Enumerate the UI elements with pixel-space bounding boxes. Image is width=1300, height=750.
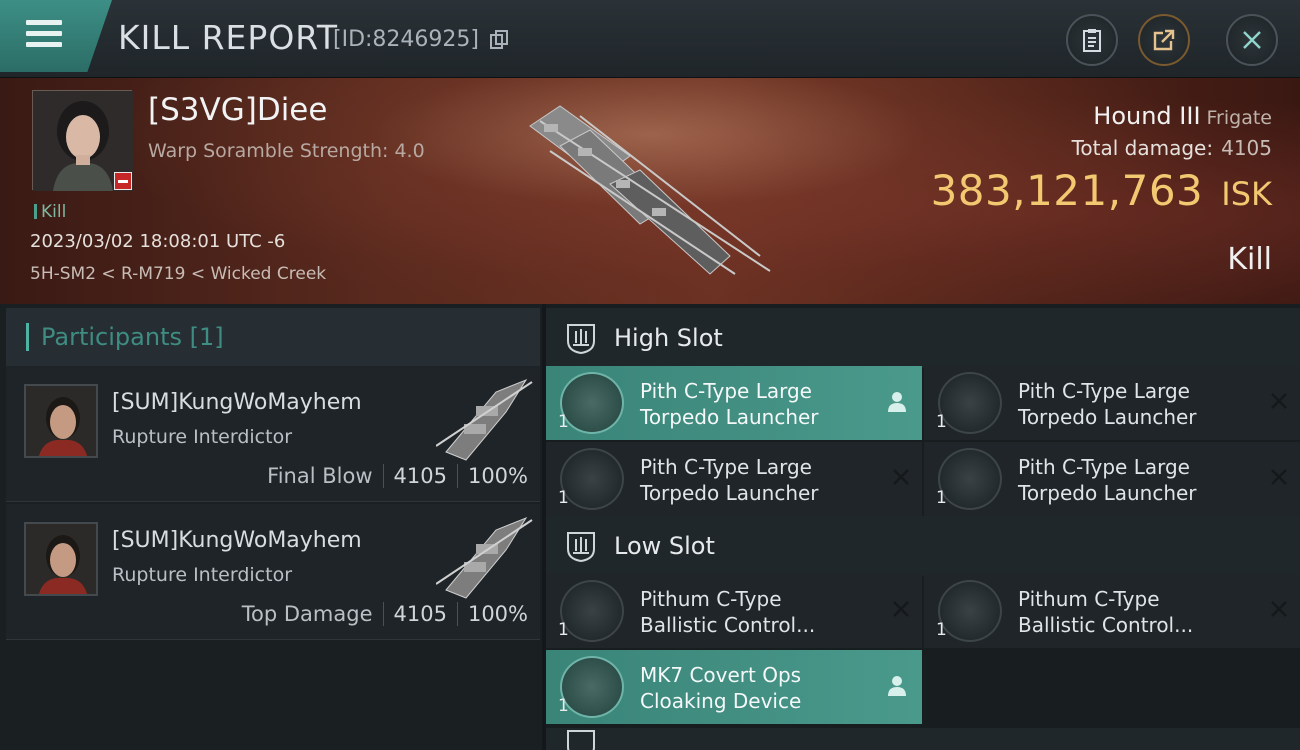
victim-banner: [S3VG]Diee Warp Soramble Strength: 4.0 K… <box>0 78 1300 304</box>
participant-ship: Rupture Interdictor <box>112 426 292 448</box>
module-quantity: 1 <box>558 696 569 716</box>
participant-ship: Rupture Interdictor <box>112 564 292 586</box>
share-icon <box>1153 29 1175 51</box>
participant-ship-image[interactable] <box>436 372 536 462</box>
module-quantity: 1 <box>558 620 569 640</box>
module-icon <box>560 656 624 718</box>
x-icon <box>1271 393 1287 409</box>
total-damage-label: Total damage: <box>1071 136 1214 160</box>
ship-name: Hound III <box>1093 102 1201 130</box>
module-quantity: 1 <box>936 412 947 432</box>
module-quantity: 1 <box>936 620 947 640</box>
module-item[interactable]: 1 Pith C-Type Large Torpedo Launcher <box>924 442 1300 516</box>
x-icon <box>893 469 909 485</box>
participant-portrait[interactable] <box>24 384 98 458</box>
module-item[interactable]: 1 Pithum C-Type Ballistic Control... <box>546 574 922 648</box>
module-name: Pith C-Type Large Torpedo Launcher <box>640 455 819 505</box>
victim-name[interactable]: [S3VG]Diee <box>148 92 327 128</box>
module-name: Pith C-Type Large Torpedo Launcher <box>1018 379 1197 429</box>
participant-stats: Final Blow 4105 100% <box>267 464 528 488</box>
report-id: [ID:8246925] <box>333 27 479 52</box>
clipboard-button[interactable] <box>1066 14 1118 66</box>
isk-amount: 383,121,763 <box>930 166 1204 215</box>
participant-row[interactable]: [SUM]KungWoMayhem Rupture Interdictor To… <box>6 504 540 640</box>
copy-icon[interactable] <box>490 30 508 50</box>
kill-tag: Kill <box>34 202 66 222</box>
kill-type: Kill <box>1227 242 1272 277</box>
victim-ship[interactable]: Hound III Frigate <box>1093 102 1272 130</box>
participant-ship-image[interactable] <box>436 510 536 600</box>
module-icon <box>560 372 624 434</box>
close-button[interactable] <box>1226 14 1278 66</box>
module-icon <box>938 372 1002 434</box>
mid-slot-header <box>546 728 1300 750</box>
participant-stats: Top Damage 4105 100% <box>242 602 528 626</box>
module-icon <box>560 448 624 510</box>
victim-ship-image[interactable] <box>520 96 780 281</box>
slot-icon <box>567 730 595 750</box>
slot-icon <box>567 532 595 563</box>
participant-percent: 100% <box>467 464 528 488</box>
module-item[interactable]: 1 Pithum C-Type Ballistic Control... <box>924 574 1300 648</box>
module-quantity: 1 <box>936 488 947 508</box>
person-icon <box>888 676 906 696</box>
fitting-panel: High Slot 1 Pith C-Type Large Torpedo Lau… <box>546 304 1300 750</box>
participant-damage: 4105 <box>393 464 447 488</box>
module-name: Pithum C-Type Ballistic Control... <box>640 587 816 637</box>
participant-stat-label: Top Damage <box>241 602 373 626</box>
header-bar: KILL REPORT [ID:8246925] <box>0 0 1300 78</box>
module-name: MK7 Covert Ops Cloaking Device <box>640 663 802 713</box>
module-item[interactable]: 1 Pith C-Type Large Torpedo Launcher <box>924 366 1300 440</box>
x-icon <box>1271 601 1287 617</box>
isk-value: 383,121,763 ISK <box>931 166 1272 215</box>
warp-scramble-strength: Warp Soramble Strength: 4.0 <box>148 140 425 162</box>
menu-button[interactable] <box>0 0 112 72</box>
kill-datetime: 2023/03/02 18:08:01 UTC -6 <box>30 231 286 252</box>
module-quantity: 1 <box>558 488 569 508</box>
slot-icon <box>567 324 595 355</box>
ship-class: Frigate <box>1206 107 1272 129</box>
module-name: Pith C-Type Large Torpedo Launcher <box>1018 455 1197 505</box>
module-name: Pithum C-Type Ballistic Control... <box>1018 587 1194 637</box>
destroyed-badge <box>114 172 132 190</box>
module-icon <box>938 580 1002 642</box>
close-icon <box>1243 31 1261 49</box>
isk-unit: ISK <box>1221 175 1272 213</box>
participant-row[interactable]: [SUM]KungWoMayhem Rupture Interdictor Fi… <box>6 366 540 502</box>
menu-icon <box>26 20 62 48</box>
kill-location[interactable]: 5H-SM2 < R-M719 < Wicked Creek <box>30 264 326 284</box>
participants-title: Participants [1] <box>41 323 224 351</box>
module-name: Pith C-Type Large Torpedo Launcher <box>640 379 819 429</box>
low-slot-header: Low Slot <box>546 516 1300 576</box>
module-item[interactable]: 1 Pith C-Type Large Torpedo Launcher <box>546 366 922 440</box>
participant-portrait[interactable] <box>24 522 98 596</box>
share-button[interactable] <box>1138 14 1190 66</box>
page-title: KILL REPORT <box>118 18 338 57</box>
participant-percent: 100% <box>467 602 528 626</box>
module-quantity: 1 <box>558 412 569 432</box>
x-icon <box>1271 469 1287 485</box>
module-item[interactable]: 1 MK7 Covert Ops Cloaking Device <box>546 650 922 724</box>
x-icon <box>893 601 909 617</box>
participant-name[interactable]: [SUM]KungWoMayhem <box>112 390 362 415</box>
participant-damage: 4105 <box>393 602 447 626</box>
high-slot-title: High Slot <box>614 324 723 352</box>
participant-name[interactable]: [SUM]KungWoMayhem <box>112 528 362 553</box>
low-slot-title: Low Slot <box>614 532 715 560</box>
clipboard-icon <box>1083 29 1101 52</box>
total-damage: Total damage: 4105 <box>1072 136 1272 160</box>
high-slot-header: High Slot <box>546 308 1300 368</box>
participant-stat-label: Final Blow <box>267 464 373 488</box>
module-icon <box>560 580 624 642</box>
participants-panel: Participants [1] [SUM]KungWoMayhem Ruptu… <box>0 304 542 750</box>
total-damage-value: 4105 <box>1221 136 1272 160</box>
module-item[interactable]: 1 Pith C-Type Large Torpedo Launcher <box>546 442 922 516</box>
module-icon <box>938 448 1002 510</box>
participants-header[interactable]: Participants [1] <box>6 308 540 366</box>
person-icon <box>888 392 906 412</box>
